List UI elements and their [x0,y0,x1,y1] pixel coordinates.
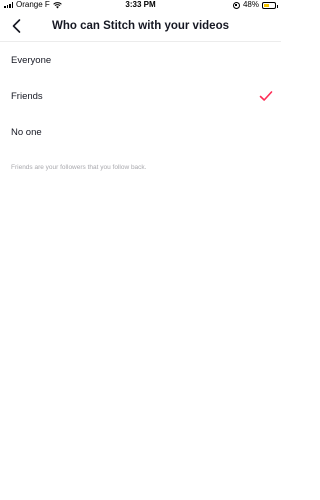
chevron-left-icon[interactable] [8,17,26,35]
page-title: Who can Stitch with your videos [52,20,229,32]
friends-hint-text: Friends are your followers that you foll… [11,164,147,171]
status-bar: Orange F 3:33 PM 48% [0,0,281,10]
status-right: 48% [232,0,278,10]
option-label: No one [11,126,42,138]
option-everyone[interactable]: Everyone [0,42,281,78]
option-no-one[interactable]: No one [0,114,281,150]
option-label: Everyone [11,54,52,66]
option-label: Friends [11,90,43,102]
battery-percent: 48% [242,0,259,9]
header: Who can Stitch with your videos [0,10,281,42]
orientation-lock-icon [232,1,240,9]
option-friends[interactable]: Friends [0,78,281,114]
options-list: Everyone Friends No one [0,42,281,150]
screen: Orange F 3:33 PM 48% Who can Stitch with… [0,0,281,500]
battery-icon [262,1,278,9]
checkmark-icon [259,91,273,101]
